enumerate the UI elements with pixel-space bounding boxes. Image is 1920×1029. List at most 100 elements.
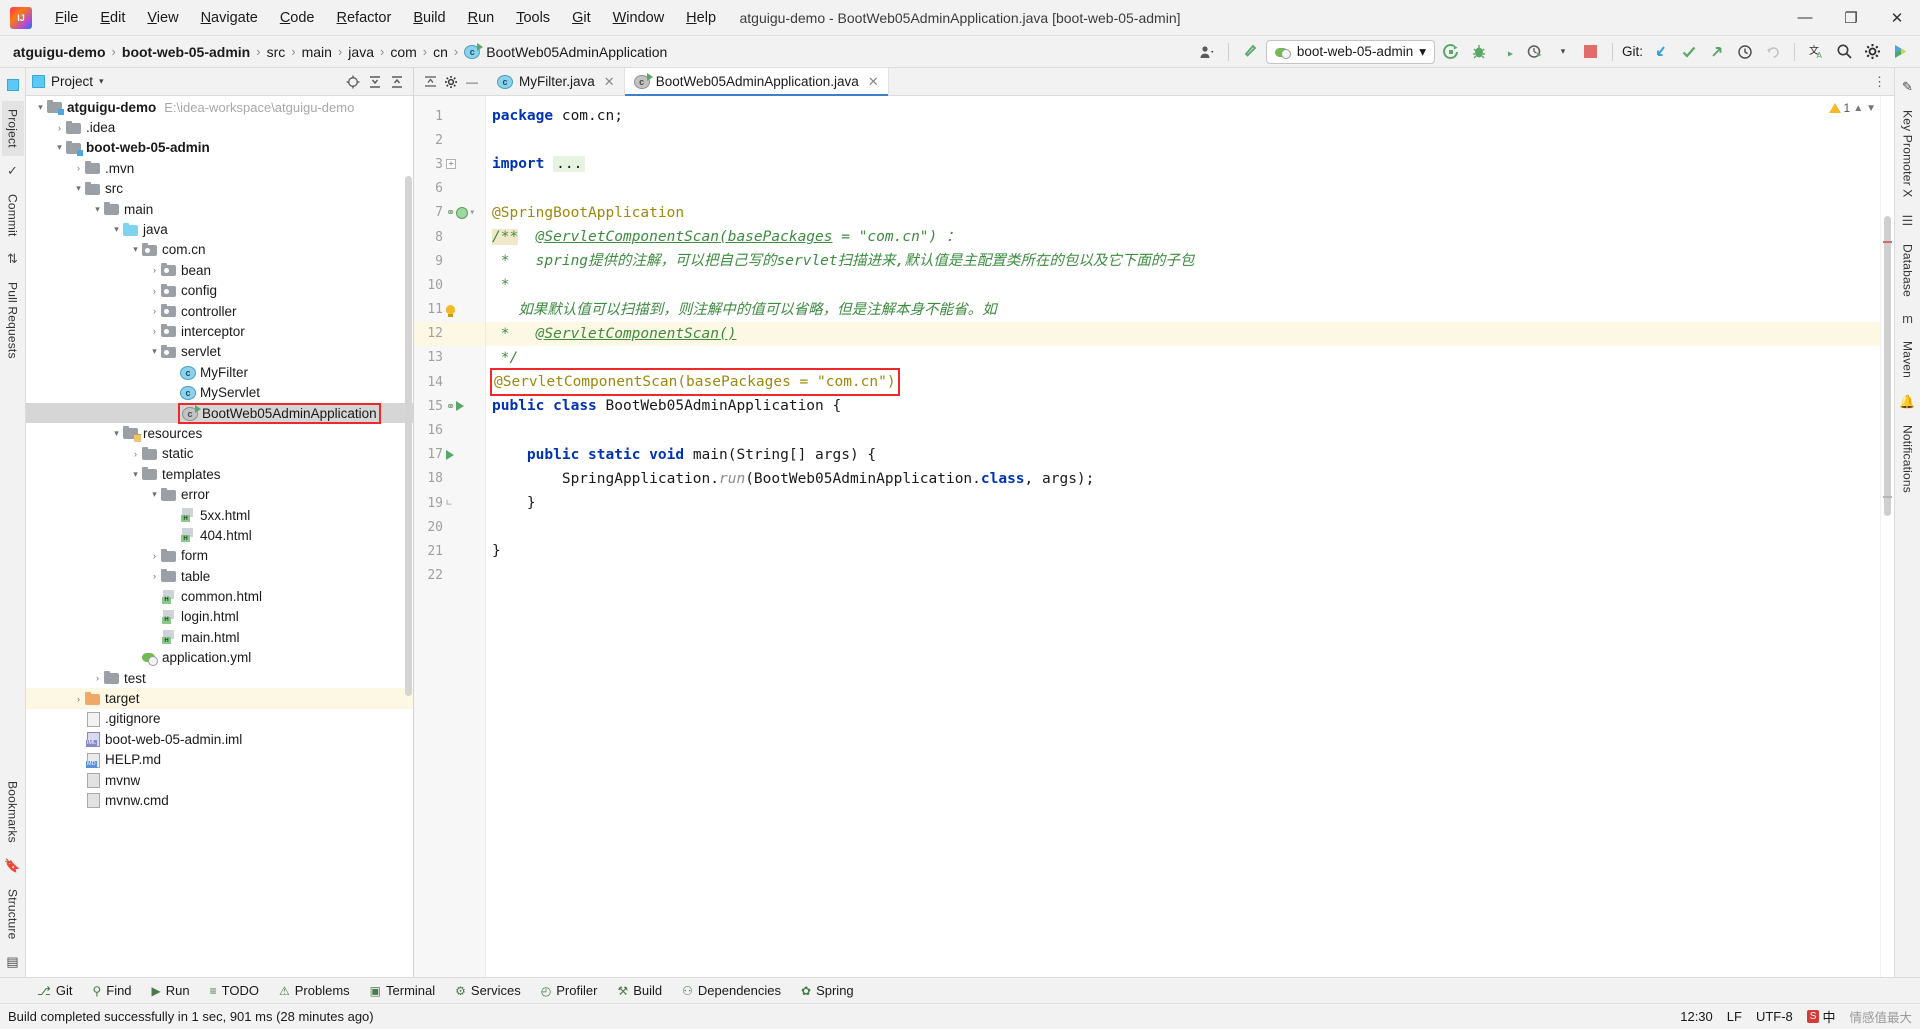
tree-item-mvnw-cmd[interactable]: mvnw.cmd [26, 790, 413, 810]
gutter-line[interactable]: 11 [414, 298, 485, 322]
menu-code[interactable]: Code [269, 5, 326, 31]
tree-item-idea[interactable]: › .idea [26, 117, 413, 137]
tree-item-404-html[interactable]: 404.html [26, 525, 413, 545]
profiler-dropdown-icon[interactable]: ▾ [1551, 40, 1575, 64]
tool-find[interactable]: ⚲ Find [83, 980, 140, 1001]
tree-item-main[interactable]: ▾ main [26, 199, 413, 219]
expand-all-icon[interactable] [365, 72, 385, 92]
gutter-line[interactable]: 13 [414, 346, 485, 370]
spring-bean-gutter-icon[interactable]: ⚭ [446, 207, 455, 218]
menu-bar[interactable]: File Edit View Navigate Code Refactor Bu… [44, 5, 727, 31]
git-update-project-icon[interactable] [1649, 40, 1673, 64]
code-line[interactable]: @ServletComponentScan(basePackages = "co… [486, 368, 1880, 397]
stop-icon[interactable] [1579, 40, 1603, 64]
tree-item-gitignore[interactable]: .gitignore [26, 709, 413, 729]
tool-window-bar[interactable]: ⎇ Git ⚲ Find ▶ Run ≡ TODO ⚠ Problems ▣ Terminal ⚙ Ser… [0, 977, 1920, 1003]
code-line[interactable]: import ... [486, 152, 1880, 176]
tree-item-test[interactable]: › test [26, 668, 413, 688]
code-line[interactable]: public static void main(String[] args) { [486, 443, 1880, 467]
code-line[interactable]: } [486, 539, 1880, 563]
tool-build[interactable]: ⚒ Build [608, 980, 671, 1001]
code-line[interactable]: @SpringBootApplication [486, 201, 1880, 225]
project-tree[interactable]: ▾ atguigu-demo E:\idea-workspace\atguigu-d… [26, 96, 413, 977]
tree-item-myservlet[interactable]: MyServlet [26, 382, 413, 402]
tree-item-help-md[interactable]: MD HELP.md [26, 750, 413, 770]
spring-gutter-icon[interactable] [456, 206, 469, 219]
chevron-down-icon[interactable]: ▾ [129, 244, 142, 255]
chevron-right-icon[interactable]: › [148, 326, 161, 336]
menu-run[interactable]: Run [457, 5, 506, 31]
tree-item-controller[interactable]: › controller [26, 301, 413, 321]
code-line[interactable]: 如果默认值可以扫描到，则注解中的值可以省略，但是注解本身不能省。如 [486, 298, 1880, 322]
chevron-right-icon[interactable]: › [148, 571, 161, 581]
gutter-line[interactable]: 12 [414, 321, 485, 346]
status-line-separator[interactable]: LF [1727, 1009, 1742, 1024]
breadcrumb-main[interactable]: main [297, 42, 337, 62]
menu-window[interactable]: Window [602, 5, 676, 31]
run-gutter-icon[interactable] [446, 449, 454, 460]
menu-view[interactable]: View [136, 5, 189, 31]
chevron-down-icon[interactable]: ▾ [129, 469, 142, 480]
breadcrumb-class[interactable]: BootWeb05AdminApplication [459, 42, 672, 62]
chevron-down-icon[interactable]: ▾ [99, 76, 104, 87]
run-gutter-icon[interactable] [456, 401, 465, 412]
tree-item-error[interactable]: ▾ error [26, 484, 413, 504]
gutter-line[interactable]: 18 [414, 467, 485, 491]
code-line[interactable]: public class BootWeb05AdminApplication { [486, 394, 1880, 418]
tree-item-myfilter[interactable]: MyFilter [26, 362, 413, 382]
tree-item-bootweb05adminapplication[interactable]: BootWeb05AdminApplication [26, 402, 413, 424]
tree-item-interceptor[interactable]: › interceptor [26, 321, 413, 341]
ide-features-trainer-icon[interactable] [1888, 40, 1912, 64]
breadcrumb-com[interactable]: com [385, 42, 421, 62]
tree-item-resources[interactable]: ▾ resources [26, 423, 413, 443]
chevron-right-icon[interactable]: › [148, 286, 161, 296]
tool-dependencies[interactable]: ⚇ Dependencies [673, 980, 790, 1001]
run-with-coverage-icon[interactable] [1495, 40, 1519, 64]
code-line[interactable]: } [486, 491, 1880, 515]
tool-git[interactable]: ⎇ Git [28, 980, 81, 1001]
menu-tools[interactable]: Tools [505, 5, 561, 31]
menu-refactor[interactable]: Refactor [326, 5, 403, 31]
tree-item-mvn[interactable]: › .mvn [26, 158, 413, 178]
debug-icon[interactable] [1467, 40, 1491, 64]
tree-item-mvnw[interactable]: mvnw [26, 770, 413, 790]
chevron-right-icon[interactable]: › [53, 123, 66, 133]
close-icon[interactable]: ✕ [604, 74, 615, 90]
chevron-right-icon[interactable]: › [148, 265, 161, 275]
code-line[interactable]: */ [486, 346, 1880, 370]
breadcrumb-boot-web-05-admin[interactable]: boot-web-05-admin [117, 42, 255, 62]
gutter-line[interactable]: 17 [414, 443, 485, 467]
git-rollback-icon[interactable] [1761, 40, 1785, 64]
tab-myfilter-java[interactable]: MyFilter.java ✕ [488, 68, 625, 95]
menu-git[interactable]: Git [561, 5, 602, 31]
error-stripe-mark[interactable] [1883, 241, 1892, 243]
code-line[interactable] [486, 128, 1880, 152]
chevron-right-icon[interactable]: › [129, 449, 142, 459]
chevron-down-icon[interactable]: ▾ [110, 428, 123, 439]
chevron-down-icon[interactable]: ▼ [1866, 103, 1876, 114]
gutter-line[interactable]: 7 ⚭ ▾ [414, 201, 485, 225]
editor-code[interactable]: package com.cn; import ... @SpringBootAp… [486, 96, 1880, 977]
gutter-line[interactable]: 9 [414, 249, 485, 273]
tree-item-target[interactable]: › target [26, 688, 413, 709]
git-push-icon[interactable] [1705, 40, 1729, 64]
close-icon[interactable]: ✕ [868, 74, 879, 90]
code-line[interactable] [486, 177, 1880, 201]
tree-item-common-html[interactable]: common.html [26, 586, 413, 606]
breadcrumb-atguigu-demo[interactable]: atguigu-demo [8, 42, 111, 62]
code-editor[interactable]: 1 2 3 +6 7 ⚭ ▾ 8 9 10 11 12 13 14 15 ⚭ 16 17 18 19 ∟ 20 21 22 p… [414, 96, 1894, 977]
code-line[interactable]: SpringApplication.run(BootWeb05AdminAppl… [486, 467, 1880, 491]
gutter-line[interactable]: 16 [414, 418, 485, 442]
gutter-line[interactable]: 14 [414, 370, 485, 394]
sidebar-item-project[interactable]: Project [1, 101, 24, 156]
sidebar-item-bookmarks[interactable]: Bookmarks [2, 773, 24, 851]
gutter-line[interactable]: 22 [414, 564, 485, 588]
run-icon[interactable] [1439, 40, 1463, 64]
sidebar-item-key-promoter[interactable]: Key Promoter X [1897, 102, 1919, 206]
tool-todo[interactable]: ≡ TODO [201, 980, 268, 1001]
gutter-line[interactable]: 20 [414, 515, 485, 539]
hide-panel-icon[interactable]: — [463, 73, 481, 91]
fold-collapse-icon[interactable]: ▾ [469, 207, 475, 218]
select-opened-file-icon[interactable] [343, 72, 363, 92]
tree-item-src[interactable]: ▾ src [26, 179, 413, 199]
